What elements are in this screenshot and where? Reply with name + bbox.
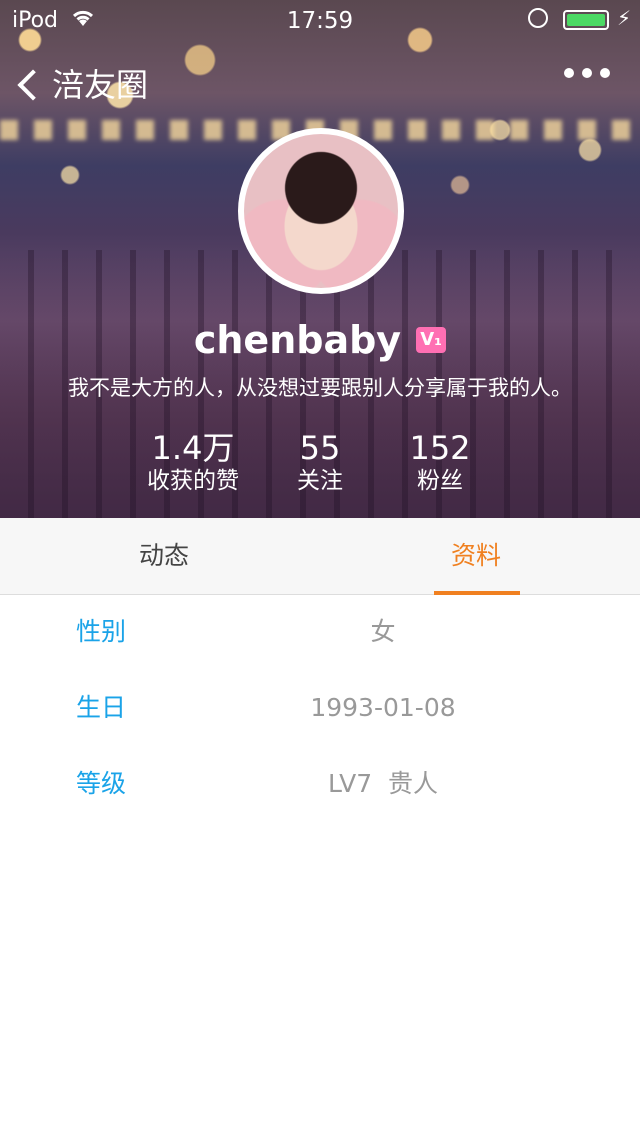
more-options-button[interactable] xyxy=(564,68,610,78)
profile-bio: 我不是大方的人，从没想过要跟别人分享属于我的人。 xyxy=(68,376,572,400)
profile-stats: 1.4万 收获的赞 55 关注 152 粉丝 xyxy=(0,430,640,500)
tab-profile-info[interactable]: 资料 xyxy=(376,518,576,595)
info-row-level: 等级 LV7 贵人 xyxy=(0,746,640,822)
profile-tabs: 动态 资料 xyxy=(0,518,640,595)
battery-icon xyxy=(563,10,609,30)
info-row-birthday: 生日 1993-01-08 xyxy=(0,670,640,746)
stat-label: 收获的赞 xyxy=(147,468,239,494)
navigation-bar: 涪友圈 xyxy=(0,60,640,110)
stat-value: 55 xyxy=(299,429,341,467)
stat-following[interactable]: 55 关注 xyxy=(260,430,380,496)
stat-likes[interactable]: 1.4万 收获的赞 xyxy=(133,430,253,496)
profile-info-list: 性别 女 生日 1993-01-08 等级 LV7 贵人 xyxy=(0,594,640,822)
back-label: 涪友圈 xyxy=(52,66,149,104)
stat-value: 1.4万 xyxy=(151,429,235,467)
info-value: LV7 贵人 xyxy=(327,769,439,798)
avatar[interactable] xyxy=(238,128,404,294)
username: chenbaby xyxy=(193,318,402,362)
info-key: 等级 xyxy=(76,769,127,798)
stat-value: 152 xyxy=(409,429,471,467)
back-button[interactable]: 涪友圈 xyxy=(14,60,148,106)
chevron-left-icon xyxy=(17,69,49,101)
stat-followers[interactable]: 152 粉丝 xyxy=(380,430,500,496)
status-bar: iPod 17:59 ⚡ xyxy=(0,0,640,40)
stat-label: 粉丝 xyxy=(417,468,463,494)
tab-posts[interactable]: 动态 xyxy=(64,518,264,594)
vip-badge: V₁ xyxy=(416,327,447,353)
info-value: 1993-01-08 xyxy=(310,693,456,722)
more-dots-icon xyxy=(564,68,574,78)
tab-label: 资料 xyxy=(450,541,501,570)
info-key: 性别 xyxy=(76,617,127,646)
stat-label: 关注 xyxy=(297,468,343,494)
rotation-lock-icon xyxy=(528,8,548,28)
info-value: 女 xyxy=(370,617,396,646)
info-row-gender: 性别 女 xyxy=(0,594,640,670)
username-row: chenbaby V₁ xyxy=(0,318,640,362)
charging-bolt-icon: ⚡ xyxy=(617,6,632,30)
info-key: 生日 xyxy=(76,693,127,722)
